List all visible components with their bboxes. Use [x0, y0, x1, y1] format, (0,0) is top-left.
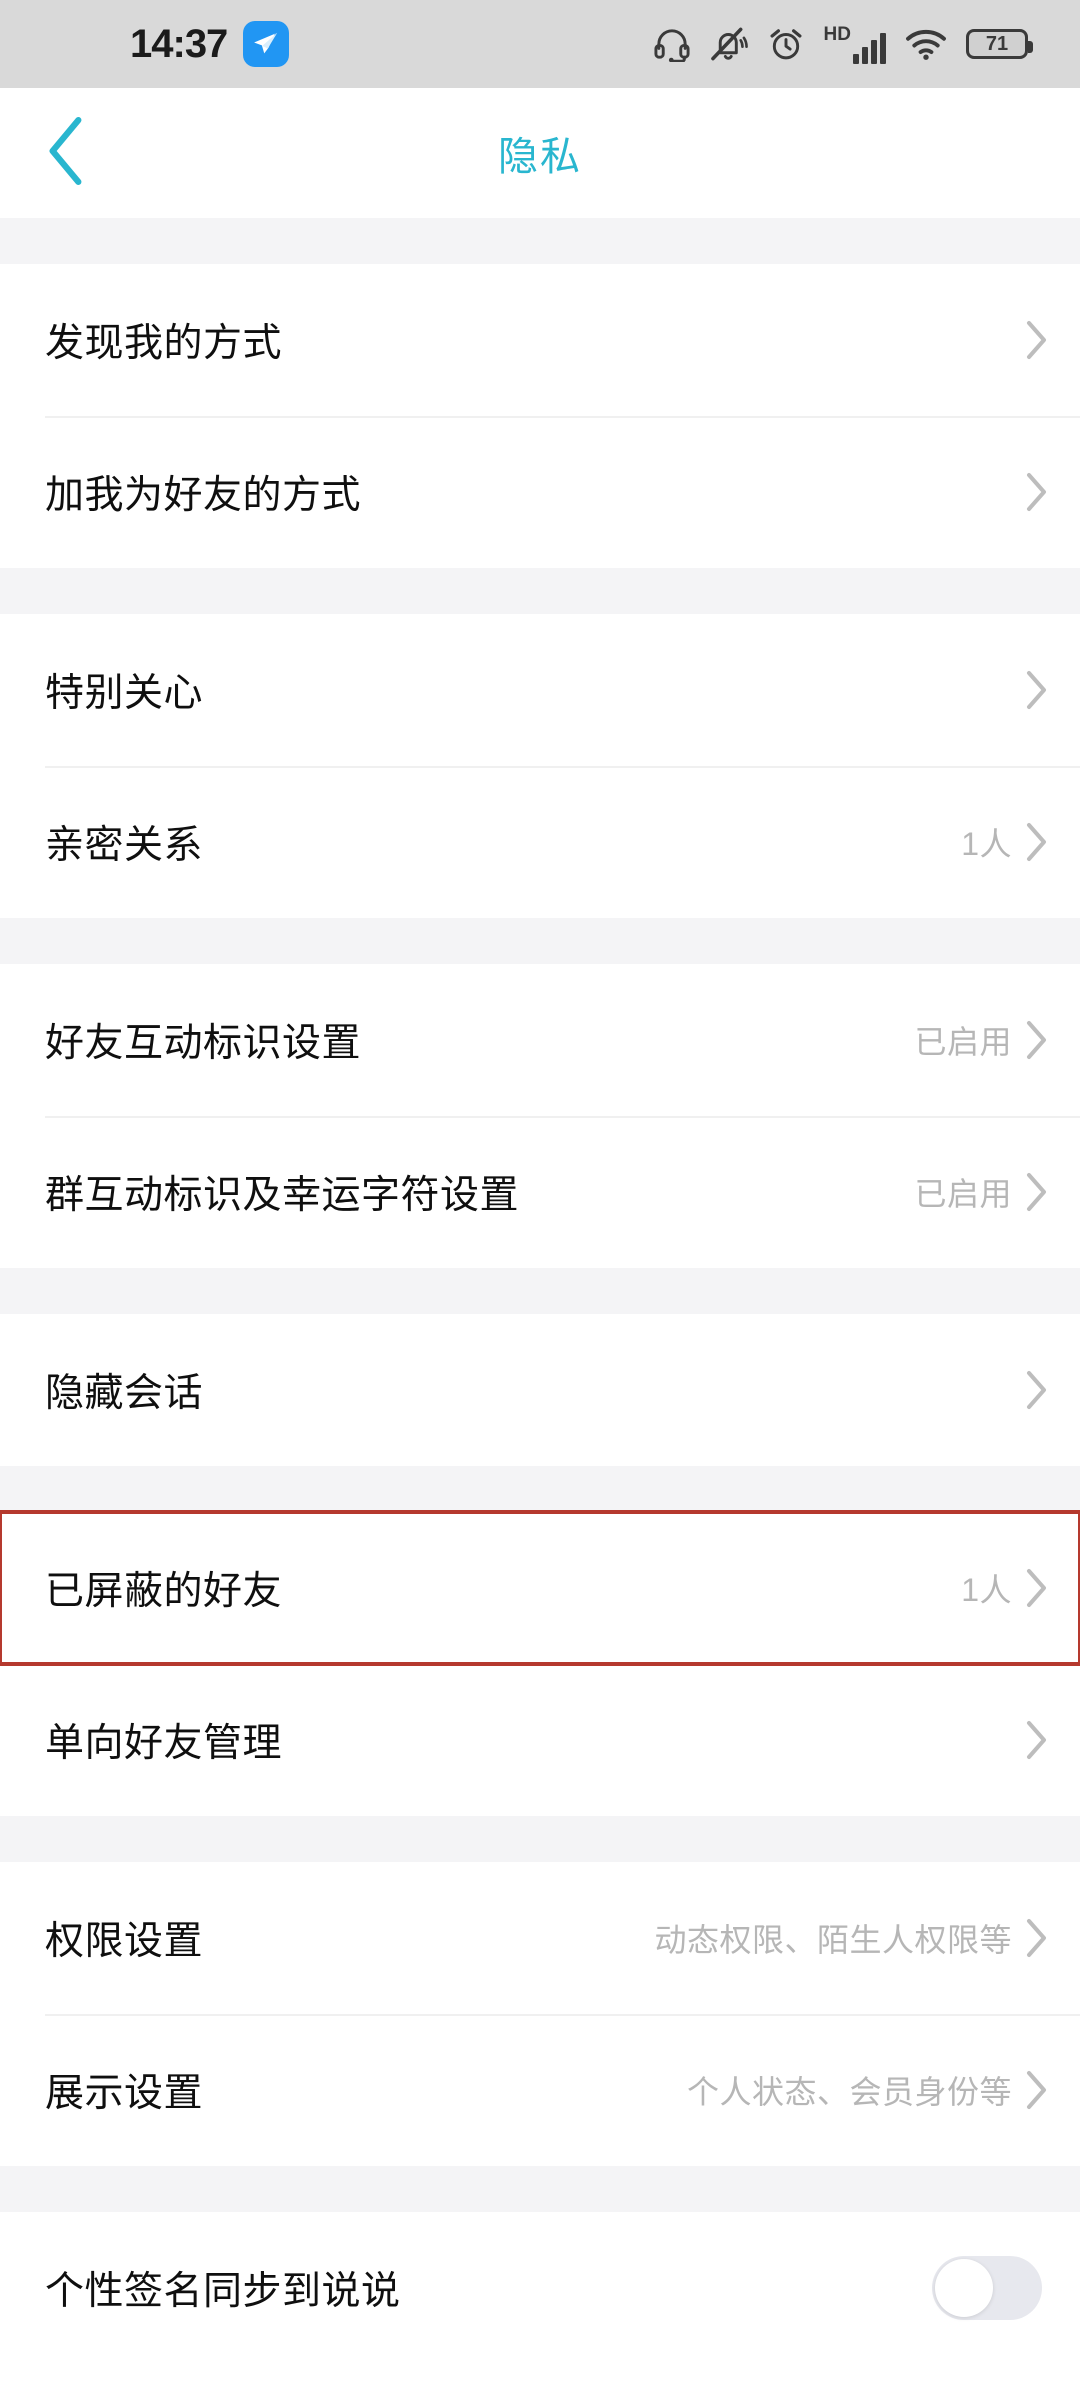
settings-row-value: 1人 — [961, 826, 1012, 862]
settings-row-trailing: 动态权限、陌生人权限等 — [654, 1915, 1050, 1961]
signal-bars-icon — [853, 30, 886, 64]
chevron-right-icon — [1024, 319, 1050, 361]
settings-row-value: 已启用 — [914, 1024, 1012, 1060]
settings-row[interactable]: 群互动标识及幸运字符设置 已启用 — [0, 1116, 1080, 1268]
settings-row-value: 个人状态、会员身份等 — [686, 2074, 1012, 2110]
chevron-right-icon — [1024, 821, 1050, 863]
settings-row-value: 已启用 — [914, 1176, 1012, 1212]
alarm-clock-icon — [767, 26, 805, 62]
settings-list: 发现我的方式 加我为好友的方式 特别关心 亲密关系 1人 好友互动标识设置 已启用 群互动标识… — [0, 218, 1080, 2364]
settings-row-trailing — [1024, 471, 1050, 513]
battery-icon: 71 — [966, 29, 1033, 59]
settings-row-label: 个性签名同步到说说 — [45, 2270, 401, 2313]
settings-row-label: 展示设置 — [45, 2072, 204, 2115]
chevron-right-icon — [1024, 1171, 1050, 1213]
chevron-right-icon — [1024, 1719, 1050, 1761]
chevron-left-icon — [43, 116, 89, 191]
settings-row-trailing: 已启用 — [914, 1169, 1050, 1215]
battery-level-label: 71 — [985, 33, 1009, 55]
section-separator — [0, 918, 1080, 964]
status-bar-right: HD 71 — [653, 25, 1033, 64]
settings-row[interactable]: 展示设置 个人状态、会员身份等 — [0, 2014, 1080, 2166]
settings-row-label: 权限设置 — [45, 1920, 204, 1963]
toggle-knob — [935, 2259, 993, 2317]
settings-row-label: 单向好友管理 — [45, 1722, 283, 1765]
settings-row[interactable]: 发现我的方式 — [0, 264, 1080, 416]
settings-row[interactable]: 亲密关系 1人 — [0, 766, 1080, 918]
settings-group: 权限设置 动态权限、陌生人权限等展示设置 个人状态、会员身份等 — [0, 1862, 1080, 2166]
headset-icon — [653, 26, 691, 62]
settings-row-label: 已屏蔽的好友 — [45, 1570, 283, 1613]
wifi-icon — [905, 27, 947, 61]
section-separator — [0, 1816, 1080, 1862]
chevron-right-icon — [1024, 1917, 1050, 1959]
chevron-right-icon — [1024, 669, 1050, 711]
section-separator — [0, 218, 1080, 264]
section-separator — [0, 1268, 1080, 1314]
chevron-right-icon — [1024, 2069, 1050, 2111]
settings-row[interactable]: 权限设置 动态权限、陌生人权限等 — [0, 1862, 1080, 2014]
settings-row[interactable]: 特别关心 — [0, 614, 1080, 766]
settings-row-trailing — [1024, 1719, 1050, 1761]
settings-row-label: 发现我的方式 — [45, 322, 283, 365]
settings-row[interactable]: 隐藏会话 — [0, 1314, 1080, 1466]
settings-row-label: 特别关心 — [45, 672, 204, 715]
settings-row-trailing — [1024, 319, 1050, 361]
clock-label: 14:37 — [130, 21, 228, 66]
settings-row-value: 动态权限、陌生人权限等 — [654, 1922, 1012, 1958]
phone-screen: 14:37 HD 71 隐私 发现我的方式 加我为好友的方式 特别关心 亲密关系… — [0, 0, 1080, 2400]
settings-row-trailing — [932, 2256, 1050, 2320]
settings-row-trailing: 1人 — [961, 819, 1050, 865]
settings-row-trailing: 1人 — [961, 1565, 1050, 1611]
settings-row[interactable]: 个性签名同步到说说 — [0, 2212, 1080, 2364]
settings-group: 已屏蔽的好友 1人单向好友管理 — [0, 1510, 1080, 1816]
settings-row[interactable]: 单向好友管理 — [0, 1664, 1080, 1816]
settings-row-label: 亲密关系 — [45, 824, 204, 867]
status-bar: 14:37 HD 71 — [0, 0, 1080, 88]
settings-group: 特别关心亲密关系 1人 — [0, 614, 1080, 918]
settings-group: 发现我的方式加我为好友的方式 — [0, 264, 1080, 568]
settings-row[interactable]: 加我为好友的方式 — [0, 416, 1080, 568]
settings-row-trailing — [1024, 669, 1050, 711]
back-button[interactable] — [26, 113, 106, 193]
settings-row[interactable]: 已屏蔽的好友 1人 — [0, 1510, 1080, 1666]
settings-row-trailing — [1024, 1369, 1050, 1411]
settings-row-label: 隐藏会话 — [45, 1372, 204, 1415]
paper-plane-icon — [243, 21, 290, 67]
page-header: 隐私 — [0, 88, 1080, 218]
section-separator — [0, 2166, 1080, 2212]
settings-row-trailing: 已启用 — [914, 1017, 1050, 1063]
hd-icon: HD — [823, 23, 851, 45]
settings-row-label: 群互动标识及幸运字符设置 — [45, 1174, 520, 1217]
settings-group: 隐藏会话 — [0, 1314, 1080, 1466]
settings-row-trailing: 个人状态、会员身份等 — [687, 2067, 1050, 2113]
page-title: 隐私 — [498, 135, 582, 179]
section-separator — [0, 1466, 1080, 1512]
chevron-right-icon — [1024, 1369, 1050, 1411]
status-bar-left: 14:37 — [130, 21, 290, 67]
settings-group: 个性签名同步到说说 — [0, 2212, 1080, 2364]
settings-row-toggle[interactable] — [932, 2256, 1042, 2320]
chevron-right-icon — [1024, 1567, 1050, 1609]
settings-row-label: 好友互动标识设置 — [45, 1022, 362, 1065]
hd-signal-group: HD — [824, 25, 886, 64]
settings-group: 好友互动标识设置 已启用 群互动标识及幸运字符设置 已启用 — [0, 964, 1080, 1268]
chevron-right-icon — [1024, 471, 1050, 513]
bell-muted-icon — [710, 26, 748, 62]
page-footer: 智能家 www.znj.com — [0, 2364, 1080, 2400]
settings-row-label: 加我为好友的方式 — [45, 474, 362, 517]
settings-row[interactable]: 好友互动标识设置 已启用 — [0, 964, 1080, 1116]
chevron-right-icon — [1024, 1019, 1050, 1061]
section-separator — [0, 568, 1080, 614]
settings-row-value: 1人 — [961, 1572, 1012, 1608]
